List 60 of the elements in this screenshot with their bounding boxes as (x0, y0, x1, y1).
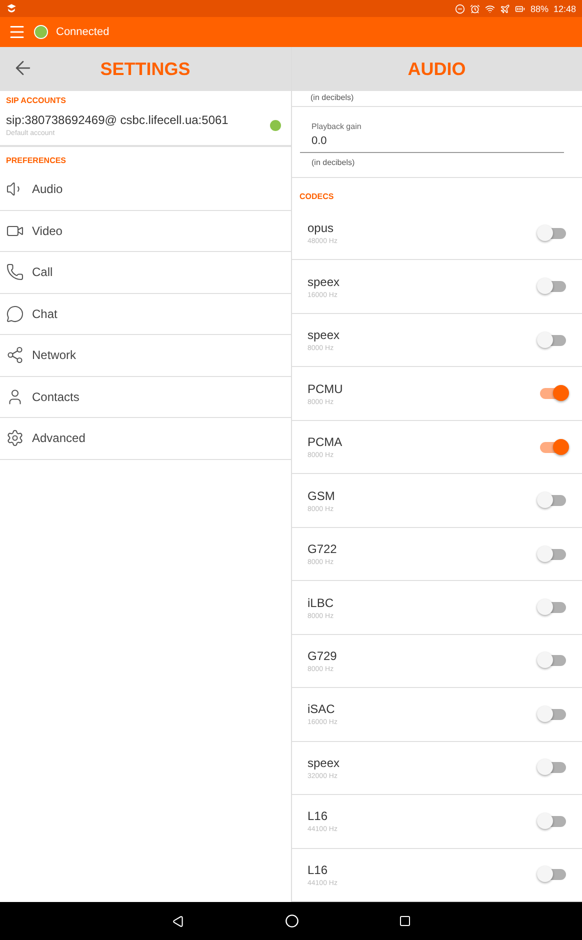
codec-toggle[interactable] (540, 816, 566, 827)
codec-name: speex (308, 756, 341, 770)
settings-item[interactable]: Contacts (32, 390, 80, 404)
codec-name: opus (308, 221, 335, 236)
codec-toggle[interactable] (540, 869, 566, 880)
connection-status: Connected (56, 26, 110, 38)
codec-toggle[interactable] (540, 655, 566, 666)
codec-toggle[interactable] (540, 388, 566, 400)
battery-icon (515, 4, 526, 14)
codec-toggle[interactable] (540, 602, 566, 614)
codec-name: speex (308, 328, 341, 342)
settings-icon (6, 429, 24, 448)
panel-title: SETTINGS (100, 58, 190, 80)
codec-name: L16 (308, 862, 329, 877)
codec-name: iSAC (308, 702, 336, 716)
field-hint: (in decibels) (310, 92, 355, 104)
alarm-icon (470, 4, 480, 14)
account-address[interactable]: sip:380738692469@ csbc.lifecell.ua:5061 (6, 113, 270, 127)
battery-percent: 88% (530, 4, 548, 14)
settings-item[interactable]: Chat (32, 306, 58, 321)
codec-toggle[interactable] (540, 708, 566, 720)
playback-gain-field[interactable]: Playback gain 0.0 (300, 119, 564, 153)
codec-toggle[interactable] (540, 228, 566, 239)
settings-item[interactable]: Network (32, 348, 76, 362)
settings-item[interactable]: Audio (32, 182, 63, 196)
codec-toggle[interactable] (540, 442, 566, 453)
codec-toggle[interactable] (540, 762, 566, 774)
codec-toggle[interactable] (540, 495, 566, 506)
codec-toggle[interactable] (540, 281, 566, 292)
clock: 12:48 (553, 4, 576, 14)
section-header: CODECS (298, 191, 335, 203)
person-icon (6, 388, 24, 406)
chat-bubble-icon (6, 304, 24, 323)
codec-name: PCMA (308, 435, 344, 450)
codec-name: PCMU (308, 382, 344, 396)
codec-name: G722 (308, 542, 338, 556)
airplane-icon (500, 4, 510, 14)
do-not-disturb-icon (455, 4, 466, 14)
settings-item[interactable]: Call (32, 265, 53, 280)
recents-nav-icon[interactable] (398, 915, 410, 927)
back-nav-icon[interactable] (172, 914, 184, 928)
codec-name: iLBC (308, 596, 335, 610)
home-nav-icon[interactable] (284, 914, 298, 928)
app-logo-icon (6, 3, 17, 14)
codec-toggle[interactable] (540, 548, 566, 560)
section-header: SIP ACCOUNTS (5, 95, 68, 107)
panel-title: AUDIO (408, 58, 466, 80)
codec-name: speex (308, 274, 341, 289)
menu-icon[interactable] (8, 23, 26, 41)
wifi-icon (485, 4, 496, 14)
field-hint: (in decibels) (310, 157, 356, 167)
codec-name: G729 (308, 648, 338, 663)
share-icon (6, 346, 24, 364)
codec-name: L16 (308, 809, 329, 824)
codec-name: GSM (308, 488, 336, 503)
settings-item[interactable]: Advanced (32, 431, 86, 446)
section-header: PREFERENCES (5, 155, 68, 167)
codec-toggle[interactable] (540, 334, 566, 346)
phone-icon (6, 263, 24, 282)
settings-item[interactable]: Video (32, 224, 62, 238)
